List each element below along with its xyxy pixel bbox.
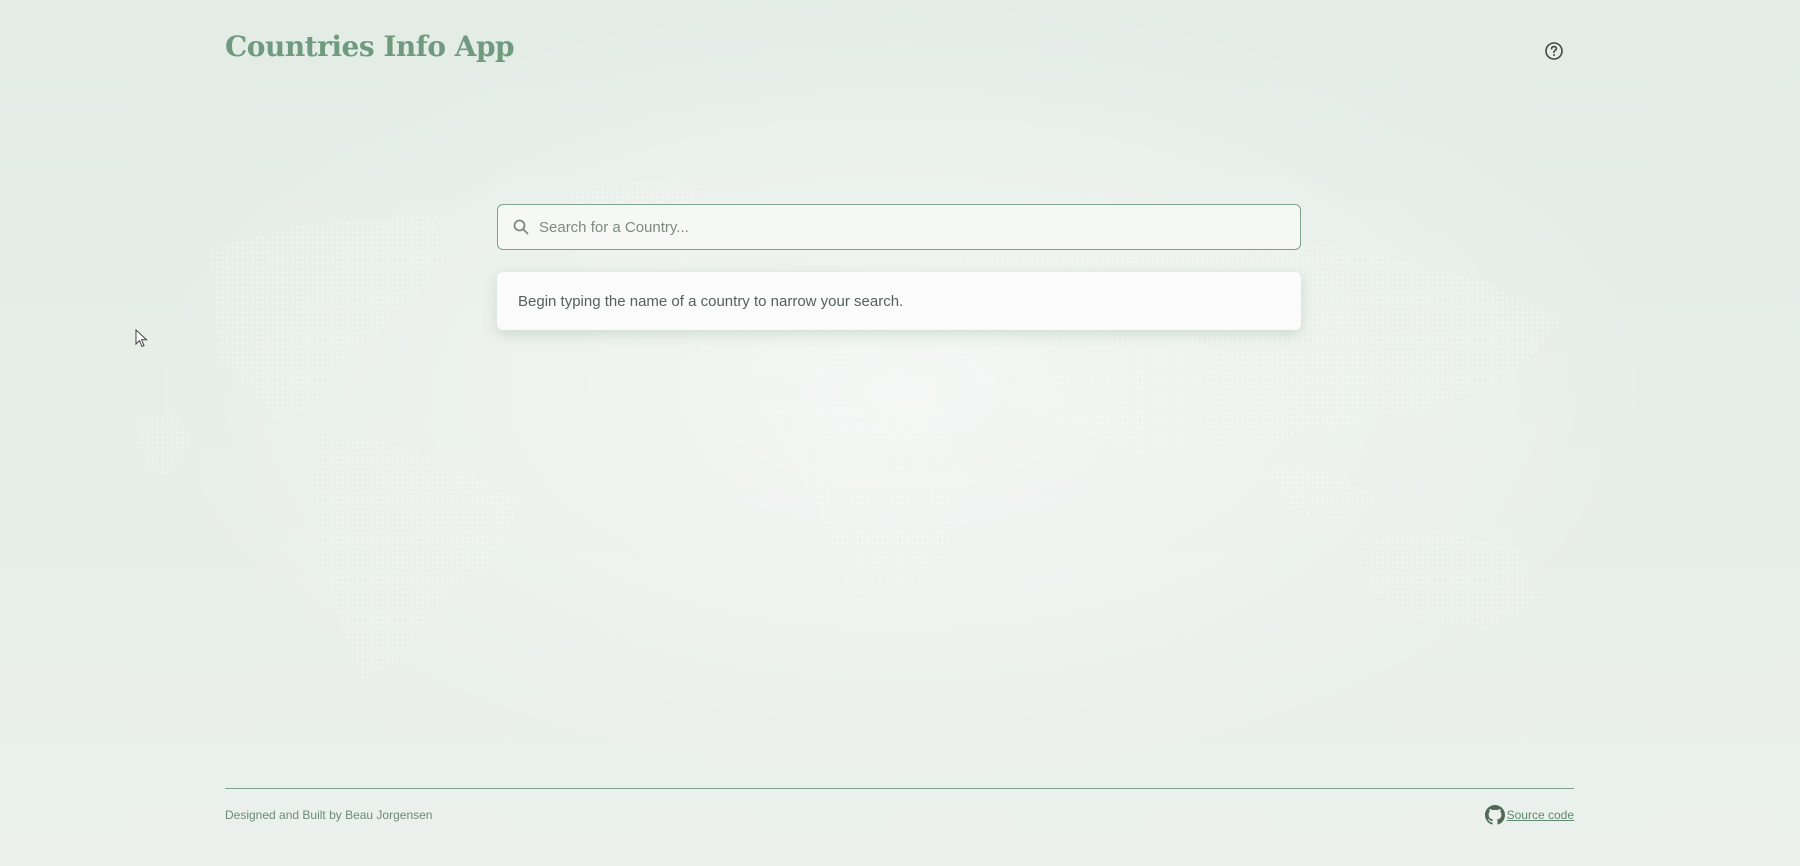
source-code-link[interactable]: Source code — [1484, 805, 1574, 825]
source-code-label: Source code — [1506, 808, 1574, 822]
search-box[interactable] — [497, 204, 1301, 250]
search-hint-card: Begin typing the name of a country to na… — [497, 272, 1301, 330]
footer-divider — [225, 788, 1574, 789]
world-map-dots — [140, 180, 1560, 680]
footer-credit: Designed and Built by Beau Jorgensen — [225, 808, 433, 822]
search-input[interactable] — [539, 205, 1300, 249]
mouse-cursor-icon — [135, 329, 148, 348]
question-circle-icon — [1545, 42, 1563, 60]
github-icon — [1484, 805, 1505, 825]
help-button[interactable] — [1544, 41, 1564, 61]
app-title: Countries Info App — [225, 30, 515, 63]
search-icon — [513, 219, 529, 235]
world-map-background — [0, 0, 1800, 866]
search-hint-text: Begin typing the name of a country to na… — [518, 292, 904, 310]
